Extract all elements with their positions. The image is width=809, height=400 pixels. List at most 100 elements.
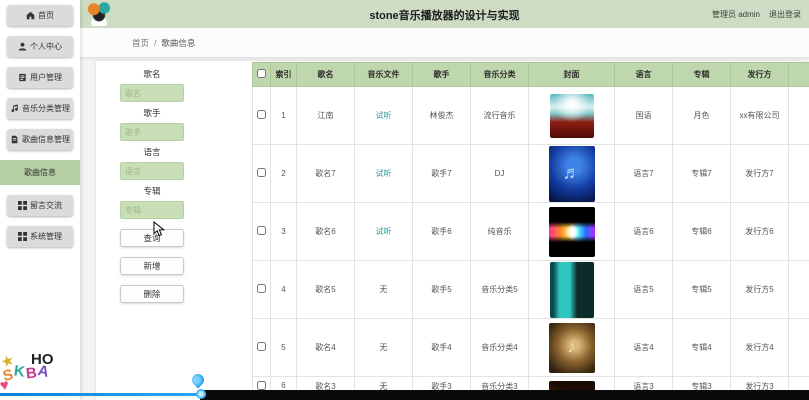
no-file-text: 无 xyxy=(380,285,388,294)
graffiti-letter: K xyxy=(13,363,26,379)
cell-album: 月色 xyxy=(673,87,731,145)
sidebar-item-song-info-management[interactable]: 歌曲信息管理 xyxy=(7,129,73,150)
row-checkbox[interactable] xyxy=(257,381,266,390)
sidebar-item-label: 系统管理 xyxy=(30,231,62,242)
cell-song-name: 江南 xyxy=(297,87,355,145)
header-publisher: 发行方 xyxy=(731,63,789,87)
sidebar-item-system-management[interactable]: 系统管理 xyxy=(7,226,73,247)
cell-song-name: 歌名7 xyxy=(297,145,355,203)
cell-singer: 林俊杰 xyxy=(413,87,471,145)
sidebar-item-song-info-active[interactable]: 歌曲信息 xyxy=(0,160,80,185)
sidebar-item-profile[interactable]: 个人中心 xyxy=(7,36,73,57)
breadcrumb-home-link[interactable]: 首页 xyxy=(132,37,149,49)
graffiti-letter: B xyxy=(25,365,37,381)
page-title: stone音乐播放器的设计与实现 xyxy=(80,7,809,23)
header-cover: 封面 xyxy=(529,63,615,87)
cover-image xyxy=(550,262,594,318)
cell-singer: 歌手5 xyxy=(413,261,471,319)
cell-album: 专辑7 xyxy=(673,145,731,203)
cell-cover xyxy=(529,319,615,377)
cell-cover xyxy=(529,261,615,319)
graffiti-logo: ★ HO S K B A ♥ xyxy=(1,352,59,396)
cell-song-name: 歌名6 xyxy=(297,203,355,261)
sidebar-item-message-board[interactable]: 留言交流 xyxy=(7,195,73,216)
row-checkbox[interactable] xyxy=(257,110,266,119)
cell-language: 国语 xyxy=(615,87,673,145)
cell-index: 4 xyxy=(271,261,297,319)
row-checkbox[interactable] xyxy=(257,342,266,351)
grid-icon xyxy=(18,232,27,241)
search-button[interactable]: 查询 xyxy=(120,229,184,247)
listen-link[interactable]: 试听 xyxy=(376,169,392,178)
sidebar-item-label: 个人中心 xyxy=(30,41,62,52)
sidebar-item-label: 歌曲信息 xyxy=(24,167,56,178)
delete-button[interactable]: 删除 xyxy=(120,285,184,303)
cell-category: DJ xyxy=(471,145,529,203)
graffiti-letter: A xyxy=(37,363,51,380)
cell-song-name: 歌名5 xyxy=(297,261,355,319)
header-language: 语言 xyxy=(615,63,673,87)
table-row: 4 歌名5 无 歌手5 音乐分类5 语言5 专辑5 发行方5 详情修改 查看评论 xyxy=(253,261,809,319)
app-window: 首页 个人中心 用户管理 音乐分类管理 歌曲信息管理 歌 xyxy=(0,0,809,400)
cell-album: 专辑4 xyxy=(673,319,731,377)
header-album: 专辑 xyxy=(673,63,731,87)
cell-category: 流行音乐 xyxy=(471,87,529,145)
row-checkbox[interactable] xyxy=(257,226,266,235)
sidebar: 首页 个人中心 用户管理 音乐分类管理 歌曲信息管理 歌 xyxy=(0,0,80,400)
row-checkbox[interactable] xyxy=(257,168,266,177)
cell-singer: 歌手7 xyxy=(413,145,471,203)
sidebar-item-user-management[interactable]: 用户管理 xyxy=(7,67,73,88)
song-table: 索引 歌名 音乐文件 歌手 音乐分类 封面 语言 专辑 发行方 操作 xyxy=(252,62,809,400)
document-icon xyxy=(10,135,19,144)
table-header-row: 索引 歌名 音乐文件 歌手 音乐分类 封面 语言 专辑 发行方 操作 xyxy=(253,63,809,87)
language-input[interactable] xyxy=(120,162,184,180)
music-note-icon xyxy=(10,104,19,113)
cell-cover xyxy=(529,87,615,145)
cell-language: 语言5 xyxy=(615,261,673,319)
person-icon xyxy=(18,42,27,51)
cover-image xyxy=(549,146,595,202)
row-checkbox[interactable] xyxy=(257,284,266,293)
cover-image xyxy=(550,94,594,138)
header-singer: 歌手 xyxy=(413,63,471,87)
sidebar-item-home[interactable]: 首页 xyxy=(7,5,73,26)
cell-music-file: 试听 xyxy=(355,145,413,203)
table-row: 3 歌名6 试听 歌手6 纯音乐 语言6 专辑6 发行方6 详情修改 查看评论删 xyxy=(253,203,809,261)
sidebar-item-label: 首页 xyxy=(38,10,54,21)
breadcrumb-current: 歌曲信息 xyxy=(161,37,195,49)
language-label: 语言 xyxy=(120,146,184,158)
add-button[interactable]: 新增 xyxy=(120,257,184,275)
cell-actions: 详情修改 查看评论删除 xyxy=(789,87,809,145)
select-all-cell xyxy=(253,63,271,87)
progress-handle[interactable] xyxy=(196,389,206,399)
cell-checkbox xyxy=(253,203,271,261)
cell-category: 音乐分类4 xyxy=(471,319,529,377)
song-name-input[interactable] xyxy=(120,84,184,102)
listen-link[interactable]: 试听 xyxy=(376,227,392,236)
filter-panel: 歌名 歌手 语言 专辑 查询 新增 删除 xyxy=(120,63,184,303)
main-content: 歌名 歌手 语言 专辑 查询 新增 删除 xyxy=(80,58,809,400)
cell-index: 5 xyxy=(271,319,297,377)
table-row: 1 江南 试听 林俊杰 流行音乐 国语 月色 xx有限公司 详情修改 查看评论删 xyxy=(253,87,809,145)
select-all-checkbox[interactable] xyxy=(257,69,266,78)
logout-link[interactable]: 退出登录 xyxy=(769,9,801,20)
sidebar-item-label: 音乐分类管理 xyxy=(22,103,70,114)
album-label: 专辑 xyxy=(120,185,184,197)
top-header: stone音乐播放器的设计与实现 管理员 admin 退出登录 xyxy=(80,0,809,28)
cover-image xyxy=(549,323,595,373)
header-category: 音乐分类 xyxy=(471,63,529,87)
listen-link[interactable]: 试听 xyxy=(376,111,392,120)
cell-checkbox xyxy=(253,145,271,203)
cell-index: 1 xyxy=(271,87,297,145)
cell-album: 专辑5 xyxy=(673,261,731,319)
song-name-label: 歌名 xyxy=(120,68,184,80)
singer-input[interactable] xyxy=(120,123,184,141)
sidebar-item-music-category-management[interactable]: 音乐分类管理 xyxy=(7,98,73,119)
album-input[interactable] xyxy=(120,201,184,219)
cell-actions: 详情修改 查看评论删除 xyxy=(789,319,809,377)
cell-publisher: 发行方4 xyxy=(731,319,789,377)
sidebar-item-label: 用户管理 xyxy=(30,72,62,83)
breadcrumb: 首页 / 歌曲信息 xyxy=(80,28,809,58)
cover-image xyxy=(549,207,595,257)
cell-publisher: 发行方5 xyxy=(731,261,789,319)
